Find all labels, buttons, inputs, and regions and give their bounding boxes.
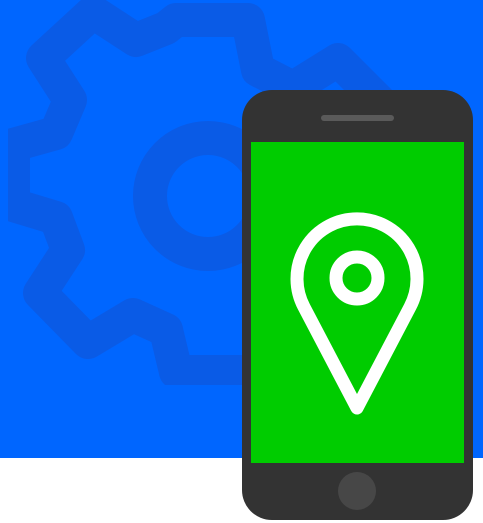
home-button bbox=[338, 472, 376, 510]
illustration-canvas bbox=[0, 0, 483, 523]
phone-speaker bbox=[321, 115, 394, 121]
smartphone bbox=[242, 90, 473, 520]
